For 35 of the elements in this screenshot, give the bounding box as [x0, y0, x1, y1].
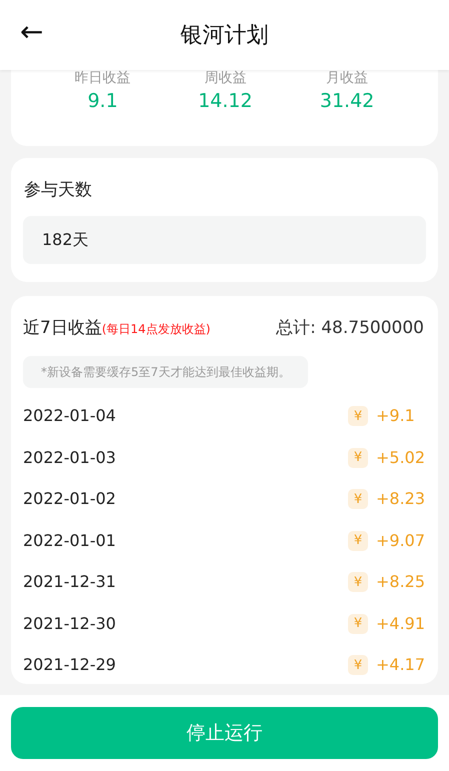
stat-value: 9.1 — [88, 89, 118, 114]
date-text: 2021-12-31 — [23, 571, 116, 594]
amount-text: +5.02 — [376, 446, 426, 469]
stat-label: 昨日收益 — [74, 70, 131, 86]
yuan-badge: ¥ — [348, 406, 368, 426]
amount-text: +8.25 — [376, 571, 426, 594]
yuan-badge: ¥ — [348, 448, 368, 468]
yuan-badge: ¥ — [348, 489, 368, 510]
date-text: 2021-12-30 — [23, 612, 116, 635]
yuan-badge: ¥ — [348, 572, 368, 592]
earnings-total: 总计: 48.7500000 — [276, 317, 424, 340]
date-text: 2022-01-02 — [23, 488, 116, 510]
page-title: 银河计划 — [180, 22, 268, 50]
amount-text: +4.91 — [376, 612, 426, 635]
yuan-badge: ¥ — [348, 530, 368, 551]
stat-value: 14.12 — [198, 89, 252, 114]
days-field[interactable]: 182天 — [23, 216, 426, 264]
back-button[interactable]: ← — [20, 18, 44, 46]
date-text: 2022-01-04 — [23, 405, 116, 428]
yuan-badge: ¥ — [348, 655, 368, 676]
amount-text: +9.1 — [376, 405, 415, 428]
date-text: 2021-12-29 — [23, 654, 116, 676]
stat-value: 31.42 — [320, 89, 374, 114]
days-label: 参与天数 — [24, 179, 93, 202]
amount-text: +9.07 — [376, 530, 426, 552]
stat-label: 周收益 — [204, 70, 246, 86]
earnings-title: 近7日收益 — [23, 317, 102, 340]
amount-text: +8.23 — [376, 488, 426, 510]
date-text: 2022-01-01 — [23, 530, 116, 552]
amount-text: +4.17 — [376, 654, 426, 676]
date-text: 2022-01-03 — [23, 446, 116, 469]
earnings-note: (每日14点发放收益) — [102, 321, 210, 338]
tip-bubble: *新设备需要缓存5至7天才能达到最佳收益期。 — [23, 356, 308, 388]
stat-label: 月收益 — [326, 70, 368, 86]
yuan-badge: ¥ — [348, 614, 368, 634]
